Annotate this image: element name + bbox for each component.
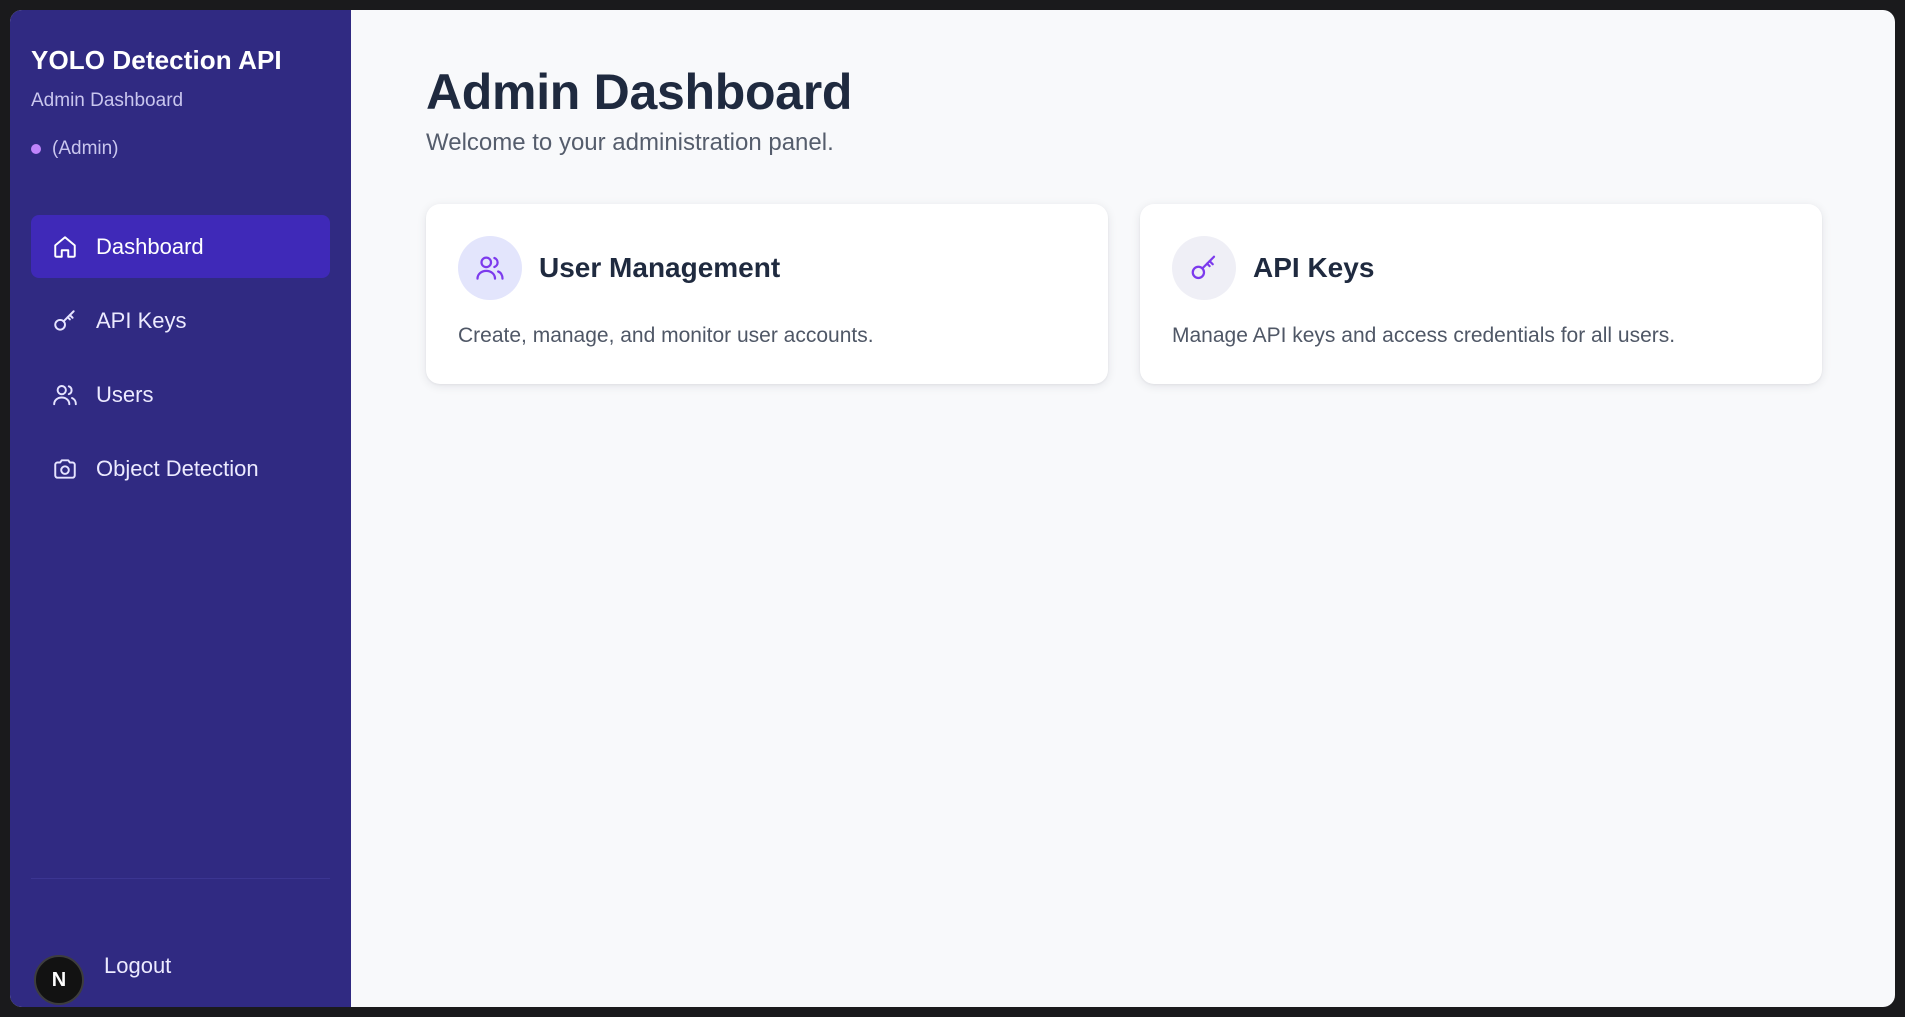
sidebar-item-label: Dashboard [96, 233, 204, 259]
key-icon [51, 307, 79, 335]
sidebar-nav: Dashboard API Keys Users Object Detectio… [31, 215, 330, 500]
card-description: Create, manage, and monitor user account… [458, 324, 874, 347]
brand-subtitle: Admin Dashboard [31, 90, 184, 111]
app-window: YOLO Detection API Admin Dashboard (Admi… [10, 10, 1895, 1007]
card-description: Manage API keys and access credentials f… [1172, 324, 1676, 347]
sidebar-divider [31, 878, 330, 879]
card-title: User Management [539, 252, 781, 283]
main-content: Admin Dashboard Welcome to your administ… [351, 10, 1895, 1007]
sidebar-item-api-keys[interactable]: API Keys [31, 289, 330, 352]
user-management-card[interactable]: User Management Create, manage, and moni… [426, 204, 1108, 384]
camera-icon [51, 455, 79, 483]
sidebar-item-dashboard[interactable]: Dashboard [31, 215, 330, 278]
avatar[interactable]: N [34, 955, 84, 1005]
sidebar-item-label: API Keys [96, 307, 187, 333]
sidebar-item-object-detection[interactable]: Object Detection [31, 437, 330, 500]
card-grid: User Management Create, manage, and moni… [426, 204, 1895, 384]
key-icon [1172, 236, 1236, 300]
sidebar-item-label: Users [96, 381, 154, 407]
card-header: User Management [458, 236, 1076, 300]
api-keys-card[interactable]: API Keys Manage API keys and access cred… [1140, 204, 1822, 384]
logout-area: N Logout [34, 935, 171, 1005]
page-title: Admin Dashboard [426, 64, 853, 120]
card-header: API Keys [1172, 236, 1790, 300]
card-title: API Keys [1253, 252, 1375, 283]
brand-title: YOLO Detection API [31, 45, 282, 75]
home-icon [51, 233, 79, 261]
sidebar-item-label: Object Detection [96, 455, 259, 481]
users-icon [51, 381, 79, 409]
users-icon [458, 236, 522, 300]
sidebar: YOLO Detection API Admin Dashboard (Admi… [10, 10, 351, 1007]
sidebar-item-users[interactable]: Users [31, 363, 330, 426]
user-role: (Admin) [31, 138, 330, 160]
status-dot [31, 144, 41, 154]
role-label: (Admin) [52, 138, 119, 159]
logout-button[interactable]: Logout [104, 953, 171, 979]
page-subtitle: Welcome to your administration panel. [426, 129, 834, 156]
